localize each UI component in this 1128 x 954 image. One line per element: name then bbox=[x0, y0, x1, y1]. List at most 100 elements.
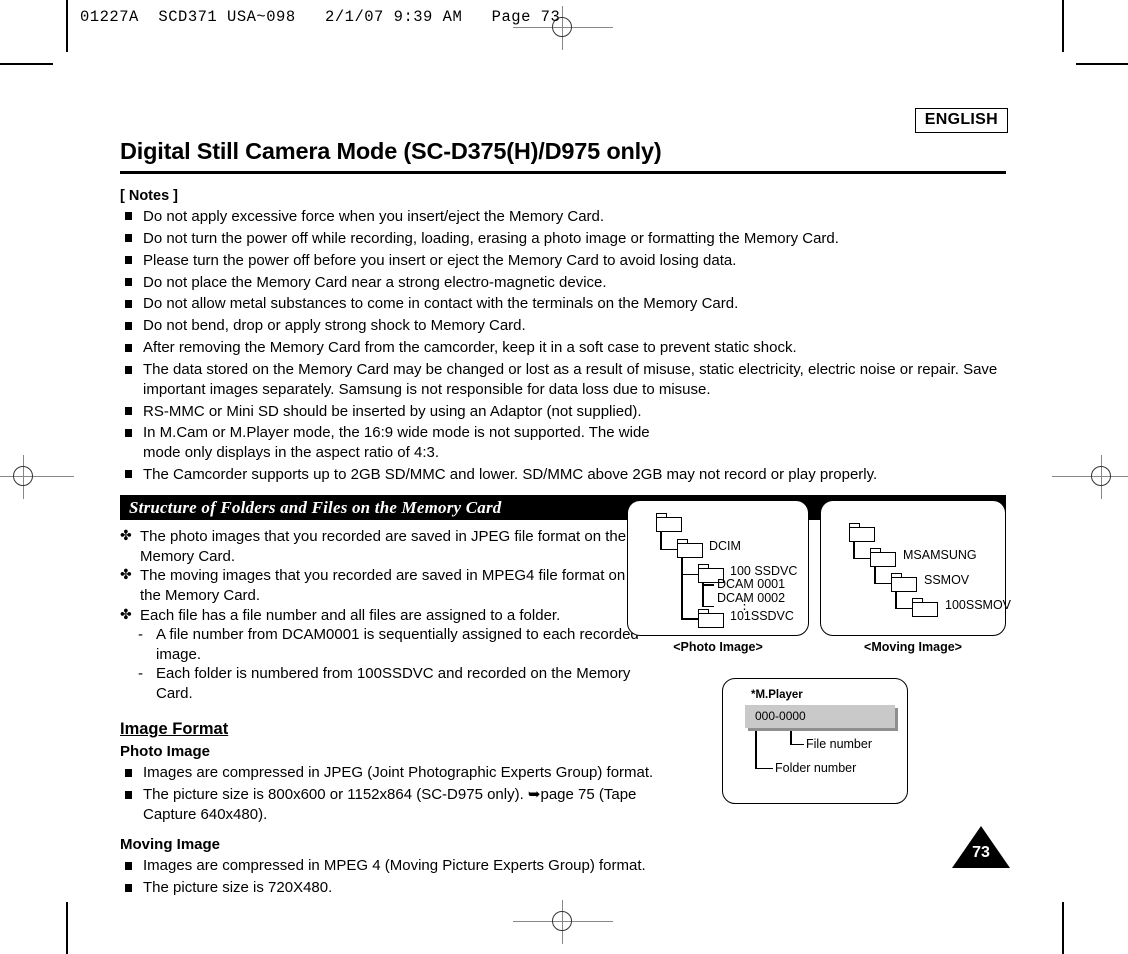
structure-dash-list: - A file number from DCAM0001 is sequent… bbox=[120, 625, 640, 703]
folder-icon-msamsung bbox=[870, 548, 896, 567]
crop-mark-top-right-horizontal bbox=[1076, 63, 1128, 65]
tree-line-vertical bbox=[874, 567, 876, 584]
file-label-dcam0002: DCAM 0002 bbox=[717, 591, 786, 605]
language-badge: ENGLISH bbox=[914, 108, 1008, 133]
note-item: In M.Cam or M.Player mode, the 16:9 wide… bbox=[120, 423, 663, 462]
club-list-item: ✤ Each file has a file number and all fi… bbox=[120, 606, 640, 626]
club-icon: ✤ bbox=[120, 566, 132, 583]
photo-image-item: The picture size is 800x600 or 1152x864 … bbox=[120, 785, 663, 824]
registration-mark-horizontal-line bbox=[1052, 476, 1128, 477]
moving-image-list: Images are compressed in MPEG 4 (Moving … bbox=[120, 856, 1008, 897]
folder-body bbox=[849, 527, 875, 542]
club-item-text: Each file has a file number and all file… bbox=[140, 606, 561, 624]
dash-icon: - bbox=[138, 665, 143, 683]
page-title: Digital Still Camera Mode (SC-D375(H)/D9… bbox=[120, 138, 662, 164]
notes-list: Do not apply excessive force when you in… bbox=[120, 207, 1008, 484]
mplayer-file-display: 000-0000 bbox=[745, 705, 895, 728]
note-item: Do not bend, drop or apply strong shock … bbox=[120, 316, 1008, 335]
tree-line-horizontal bbox=[681, 618, 699, 620]
club-icon: ✤ bbox=[120, 527, 132, 544]
callout-line-file-horizontal bbox=[790, 743, 804, 746]
moving-image-heading: Moving Image bbox=[120, 836, 221, 854]
moving-image-item: Images are compressed in MPEG 4 (Moving … bbox=[120, 856, 1008, 875]
dash-list-item: - Each folder is numbered from 100SSDVC … bbox=[120, 664, 640, 703]
dash-item-text: Each folder is numbered from 100SSDVC an… bbox=[156, 665, 631, 702]
registration-mark-horizontal-line bbox=[0, 476, 74, 477]
note-item: Do not apply excessive force when you in… bbox=[120, 207, 1008, 226]
tree-line-horizontal bbox=[874, 582, 892, 585]
note-item: Do not allow metal substances to come in… bbox=[120, 294, 1008, 313]
folder-body bbox=[656, 517, 682, 532]
folder-body bbox=[677, 543, 703, 558]
folder-icon-root bbox=[656, 513, 682, 532]
note-item: Do not turn the power off while recordin… bbox=[120, 229, 1008, 248]
page-number: 73 bbox=[972, 844, 990, 861]
folder-label-dcim: DCIM bbox=[709, 539, 741, 553]
tree-line-horizontal bbox=[702, 584, 714, 586]
note-item: RS-MMC or Mini SD should be inserted by … bbox=[120, 402, 1008, 421]
dash-item-text: A file number from DCAM0001 is sequentia… bbox=[156, 626, 639, 663]
mplayer-title: *M.Player bbox=[751, 689, 803, 701]
ellipsis-vertical: ⋮ bbox=[738, 597, 751, 612]
structure-club-list: ✤ The photo images that you recorded are… bbox=[120, 527, 640, 625]
folder-icon-root bbox=[849, 523, 875, 542]
registration-mark-bottom bbox=[513, 900, 613, 944]
structure-text-column: ✤ The photo images that you recorded are… bbox=[120, 527, 640, 703]
tree-line-vertical bbox=[702, 583, 704, 607]
folder-icon-101ssdvc bbox=[698, 609, 724, 628]
tree-line-horizontal bbox=[702, 605, 714, 608]
tree-line-horizontal bbox=[895, 607, 913, 610]
folder-label-msamsung: MSAMSUNG bbox=[903, 548, 977, 562]
folder-body bbox=[891, 577, 917, 592]
tree-line-horizontal bbox=[853, 557, 871, 560]
folder-body bbox=[698, 613, 724, 628]
callout-line-folder-horizontal bbox=[755, 767, 773, 770]
club-icon: ✤ bbox=[120, 605, 132, 622]
note-item: The Camcorder supports up to 2GB SD/MMC … bbox=[120, 465, 1008, 484]
moving-diagram-caption: <Moving Image> bbox=[864, 640, 962, 654]
imposition-header: 01227A SCD371 USA~098 2/1/07 9:39 AM Pag… bbox=[80, 8, 561, 26]
moving-image-diagram: MSAMSUNG SSMOV 100SSMOV bbox=[820, 500, 1011, 636]
page-number-badge: 73 bbox=[952, 826, 1010, 868]
folder-label-101ssdvc: 101SSDVC bbox=[730, 609, 794, 623]
crop-mark-top-right-vertical bbox=[1062, 0, 1064, 52]
note-item: The data stored on the Memory Card may b… bbox=[120, 360, 1009, 399]
tree-line-vertical bbox=[660, 532, 662, 550]
file-label-dcam0001: DCAM 0001 bbox=[717, 577, 786, 591]
folder-label-ssmov: SSMOV bbox=[924, 573, 970, 587]
crop-mark-bottom-left-vertical bbox=[66, 902, 68, 954]
registration-mark-circle bbox=[1091, 466, 1111, 486]
file-number-label: File number bbox=[806, 737, 872, 751]
tree-line-vertical bbox=[681, 558, 683, 619]
club-item-text: The moving images that you recorded are … bbox=[140, 567, 626, 604]
photo-diagram-caption: <Photo Image> bbox=[673, 640, 763, 654]
registration-mark-left bbox=[0, 455, 74, 499]
registration-mark-circle bbox=[552, 911, 572, 931]
registration-mark-circle bbox=[13, 466, 33, 486]
image-format-heading: Image Format bbox=[120, 720, 229, 739]
tree-line-horizontal bbox=[681, 573, 699, 576]
crop-mark-top-left-vertical bbox=[66, 0, 68, 52]
notes-label: [ Notes ] bbox=[120, 187, 178, 204]
folder-number-label: Folder number bbox=[775, 761, 857, 775]
dash-icon: - bbox=[138, 626, 143, 644]
club-list-item: ✤ The moving images that you recorded ar… bbox=[120, 566, 640, 605]
note-item: After removing the Memory Card from the … bbox=[120, 338, 1008, 357]
note-item: Do not place the Memory Card near a stro… bbox=[120, 273, 1008, 292]
club-list-item: ✤ The photo images that you recorded are… bbox=[120, 527, 640, 566]
folder-label-100ssdvc: 100 SSDVC bbox=[730, 564, 798, 578]
folder-label-100ssmov: 100SSMOV bbox=[945, 598, 1012, 612]
mplayer-diagram: *M.Player 000-0000 File number Folder nu… bbox=[722, 678, 908, 804]
club-item-text: The photo images that you recorded are s… bbox=[140, 528, 627, 565]
registration-mark-right bbox=[1052, 455, 1128, 499]
callout-line-folder-vertical bbox=[755, 731, 757, 769]
photo-image-diagram: DCIM 100 SSDVC DCAM 0001 DCAM 0002 ⋮ 101… bbox=[627, 500, 809, 636]
tree-line-horizontal bbox=[660, 548, 678, 551]
tree-line-vertical bbox=[853, 542, 855, 559]
note-item: Please turn the power off before you ins… bbox=[120, 251, 1008, 270]
folder-icon-dcim bbox=[677, 539, 703, 558]
title-divider bbox=[120, 170, 1006, 174]
folder-body bbox=[870, 552, 896, 567]
folder-body bbox=[912, 602, 938, 617]
dash-list-item: - A file number from DCAM0001 is sequent… bbox=[120, 625, 640, 664]
